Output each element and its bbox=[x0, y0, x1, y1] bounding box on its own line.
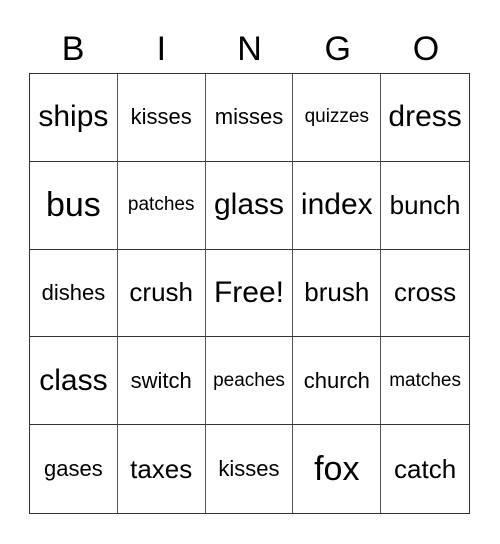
bingo-cell[interactable]: index bbox=[293, 161, 382, 250]
bingo-cell[interactable]: bunch bbox=[381, 162, 469, 250]
bingo-cell[interactable]: glass bbox=[205, 161, 294, 250]
bingo-cell[interactable]: church bbox=[293, 337, 382, 426]
bingo-cell[interactable]: taxes bbox=[118, 425, 206, 513]
header-letter-o: O bbox=[412, 30, 440, 68]
bingo-cell[interactable]: gases bbox=[30, 425, 118, 513]
bingo-cell[interactable]: ships bbox=[30, 74, 118, 162]
header-letter-b: B bbox=[61, 30, 85, 68]
bingo-cell[interactable]: brush bbox=[293, 249, 382, 338]
bingo-cell[interactable]: class bbox=[30, 337, 118, 426]
bingo-cell[interactable]: quizzes bbox=[293, 74, 382, 162]
bingo-cell[interactable]: switch bbox=[117, 337, 206, 426]
bingo-cell[interactable]: kisses bbox=[206, 425, 294, 513]
header-letter-g: G bbox=[324, 30, 351, 68]
bingo-cell[interactable]: fox bbox=[293, 425, 382, 513]
bingo-cell[interactable]: cross bbox=[381, 250, 469, 338]
bingo-cell[interactable]: patches bbox=[117, 161, 206, 250]
bingo-header: B I N G O bbox=[29, 26, 470, 73]
bingo-cell[interactable]: dress bbox=[381, 74, 469, 162]
bingo-cell[interactable]: catch bbox=[381, 425, 469, 513]
bingo-grid: ships kisses misses quizzes dress bus patches g… bbox=[29, 73, 470, 514]
bingo-cell[interactable]: crush bbox=[117, 249, 206, 338]
bingo-cell[interactable]: peaches bbox=[205, 337, 294, 426]
bingo-cell[interactable]: kisses bbox=[117, 74, 206, 162]
bingo-cell[interactable]: misses bbox=[205, 74, 294, 162]
free-space-cell[interactable]: Free! bbox=[205, 249, 294, 338]
bingo-cell[interactable]: dishes bbox=[30, 249, 118, 338]
bingo-cell[interactable]: matches bbox=[381, 337, 469, 426]
bingo-cell[interactable]: bus bbox=[30, 161, 118, 250]
header-letter-i: I bbox=[156, 30, 167, 68]
header-letter-n: N bbox=[237, 30, 262, 68]
